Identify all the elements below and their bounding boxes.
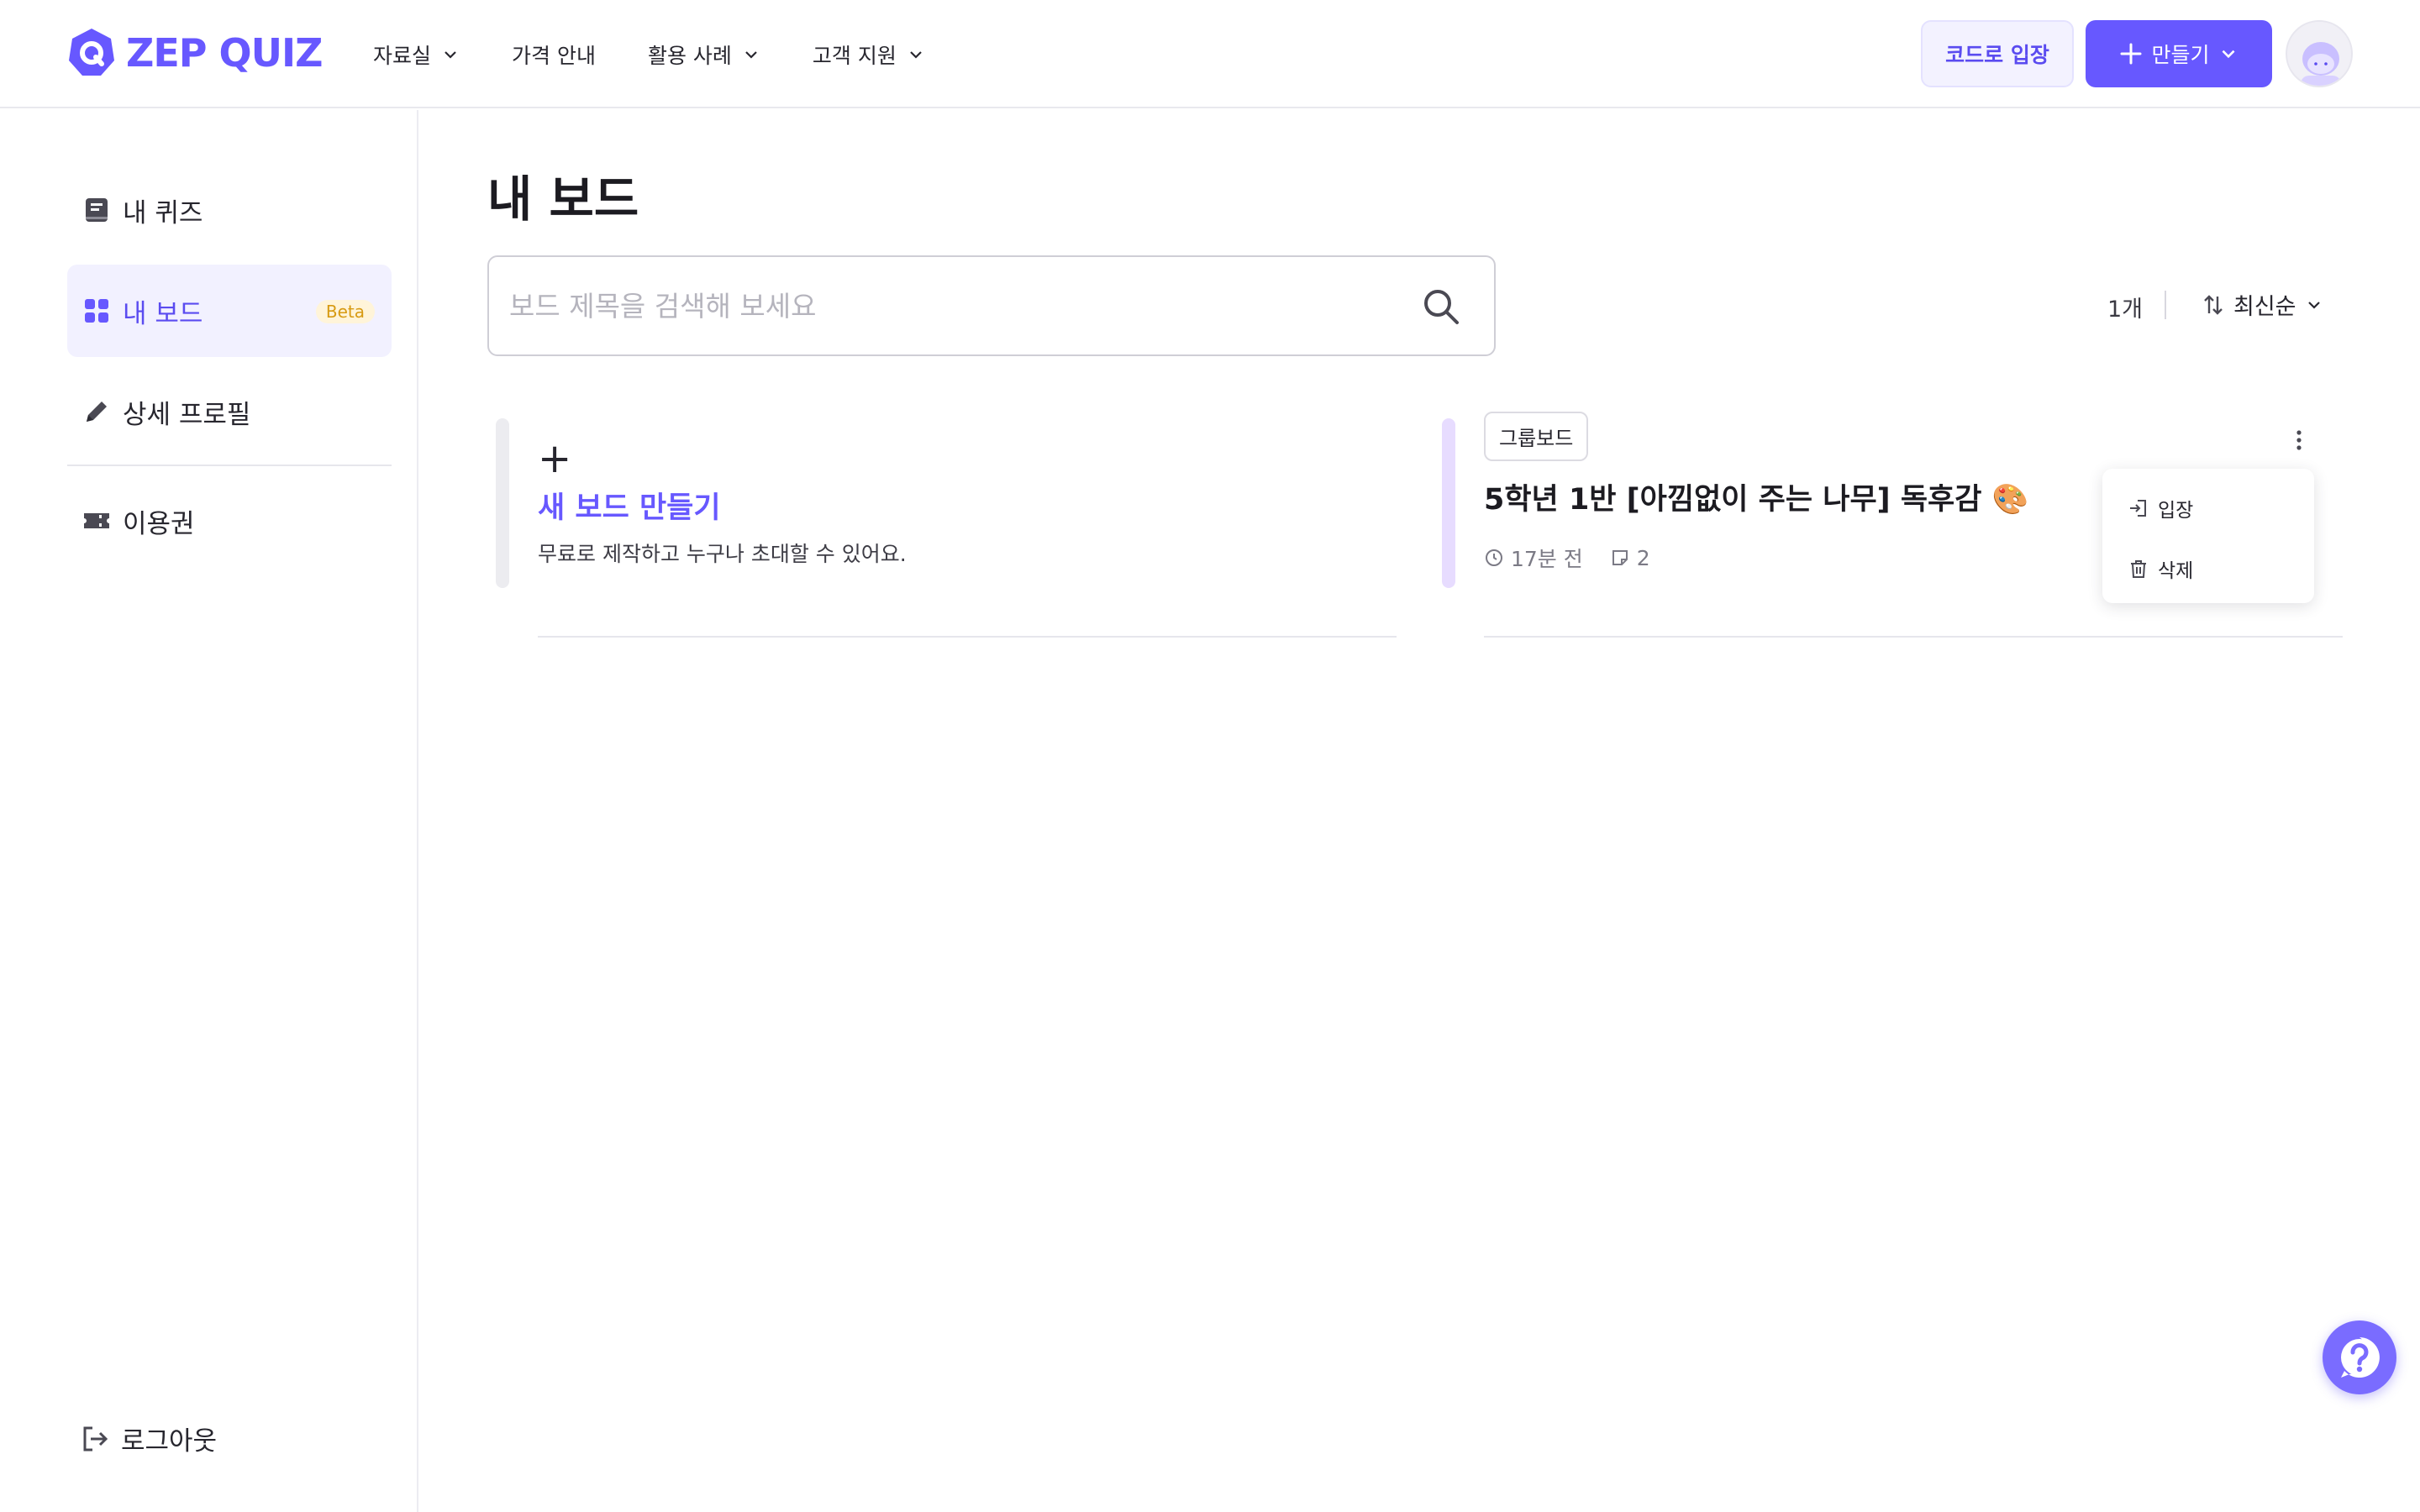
- nav-pricing[interactable]: 가격 안내: [512, 39, 596, 70]
- logout-icon: [83, 1426, 108, 1451]
- sort-icon: [2204, 294, 2223, 315]
- menu-enter-label: 입장: [2158, 500, 2194, 522]
- beta-badge: Beta: [315, 300, 375, 323]
- sidebar-divider: [67, 465, 392, 466]
- board-time-text: 17분 전: [1511, 547, 1583, 571]
- grid-icon: [82, 297, 111, 325]
- chevron-down-icon: [445, 51, 456, 59]
- board-meta: 17분 전 2: [1484, 543, 1677, 573]
- board-type-tag: 그룹보드: [1484, 412, 1589, 461]
- logo[interactable]: ZEP QUIZ: [67, 25, 323, 81]
- trash-icon: [2131, 560, 2146, 578]
- nav-resources[interactable]: 자료실: [373, 39, 460, 70]
- nav-label: 자료실: [373, 44, 432, 68]
- chevron-down-icon: [2222, 50, 2234, 59]
- plus-icon: +: [538, 435, 572, 482]
- avatar[interactable]: [2286, 20, 2353, 87]
- card-divider: [1484, 636, 2343, 638]
- sidebar-item-my-board[interactable]: 내 보드 Beta: [67, 265, 392, 357]
- nav-support[interactable]: 고객 지원: [813, 39, 925, 70]
- sidebar-item-subscription[interactable]: 이용권: [67, 475, 392, 567]
- card-divider: [538, 636, 1397, 638]
- book-icon: [82, 196, 111, 224]
- logout-button[interactable]: 로그아웃: [81, 1420, 217, 1457]
- menu-delete-label: 삭제: [2158, 560, 2194, 582]
- help-chat-button[interactable]: [2323, 1320, 2396, 1394]
- make-button-label: 만들기: [2151, 43, 2210, 67]
- clock-icon: [1486, 549, 1502, 566]
- logo-q-icon: [67, 27, 116, 79]
- chevron-down-icon: [910, 51, 922, 59]
- help-question-icon: [2341, 1337, 2380, 1378]
- pencil-icon: [82, 397, 111, 426]
- nav-use-cases[interactable]: 활용 사례: [648, 39, 760, 70]
- sidebar-item-profile[interactable]: 상세 프로필: [67, 365, 392, 458]
- sort-dropdown[interactable]: 최신순: [2202, 288, 2323, 321]
- search-input[interactable]: [509, 289, 1383, 323]
- board-title[interactable]: 5학년 1반 [아낌없이 주는 나무] 독후감 🎨: [1484, 475, 2028, 518]
- sort-label: 최신순: [2233, 294, 2296, 320]
- menu-enter[interactable]: 입장: [2128, 494, 2193, 522]
- avatar-character-icon: [2301, 42, 2341, 86]
- sidebar-item-label: 이용권: [123, 508, 195, 539]
- logout-label: 로그아웃: [121, 1426, 218, 1457]
- new-board-title[interactable]: 새 보드 만들기: [538, 484, 721, 527]
- enter-by-code-button[interactable]: 코드로 입장: [1921, 20, 2074, 87]
- chevron-down-icon: [2307, 301, 2320, 309]
- new-board-description: 무료로 제작하고 누구나 초대할 수 있어요.: [538, 542, 907, 566]
- more-options-icon[interactable]: [2282, 423, 2316, 457]
- note-icon: [1612, 550, 1628, 565]
- plus-icon: [2120, 43, 2142, 65]
- count-divider: [2165, 291, 2166, 319]
- board-time: 17분 전: [1484, 543, 1583, 573]
- menu-delete[interactable]: 삭제: [2128, 554, 2193, 583]
- sidebar-item-label: 상세 프로필: [123, 399, 251, 430]
- nav-label: 고객 지원: [812, 44, 897, 68]
- sidebar-item-label: 내 퀴즈: [123, 197, 203, 228]
- new-board-card[interactable]: + 새 보드 만들기 무료로 제작하고 누구나 초대할 수 있어요.: [496, 418, 1397, 638]
- page-title: 내 보드: [487, 171, 639, 228]
- ticket-icon: [82, 507, 111, 535]
- logo-text: ZEP QUIZ: [126, 30, 323, 76]
- search-icon[interactable]: [1422, 287, 1460, 326]
- card-accent-bar: [496, 418, 509, 588]
- sidebar: 내 퀴즈 내 보드 Beta 상세 프로필 이용권: [0, 110, 418, 1512]
- main-nav: 자료실 가격 안내 활용 사례 고객 지원: [373, 34, 977, 76]
- board-count: 1개: [2107, 297, 2144, 323]
- sidebar-item-label: 내 보드: [123, 298, 203, 329]
- card-accent-bar: [1442, 418, 1455, 588]
- board-posts-count: 2: [1636, 545, 1650, 570]
- enter-icon: [2130, 500, 2146, 517]
- search-box: [487, 255, 1496, 356]
- sidebar-item-my-quiz[interactable]: 내 퀴즈: [67, 164, 392, 256]
- nav-label: 활용 사례: [647, 44, 732, 68]
- make-button[interactable]: 만들기: [2086, 20, 2272, 87]
- board-posts: 2: [1610, 546, 1650, 570]
- board-context-menu: 입장 삭제: [2102, 469, 2314, 603]
- chevron-down-icon: [745, 51, 757, 59]
- top-header: ZEP QUIZ 자료실 가격 안내 활용 사례 고객 지원 코드로 입장 만들…: [0, 0, 2420, 108]
- nav-label: 가격 안내: [512, 44, 596, 68]
